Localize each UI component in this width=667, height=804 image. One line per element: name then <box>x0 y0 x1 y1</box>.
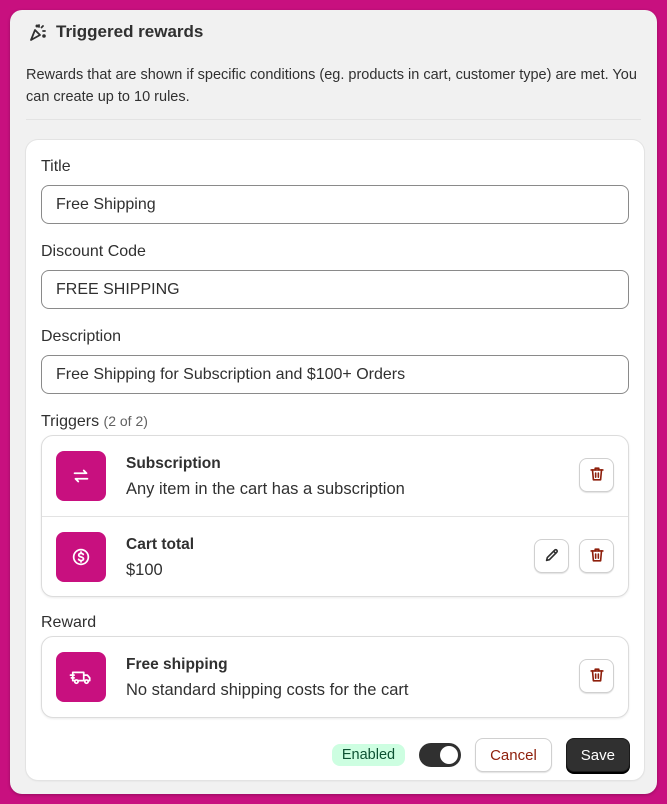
cancel-button[interactable]: Cancel <box>475 738 552 772</box>
toggle-knob <box>440 746 459 764</box>
description-label: Description <box>41 328 122 345</box>
triggered-rewards-panel: Triggered rewards Rewards that are shown… <box>10 10 657 794</box>
reward-title: Free shipping <box>126 656 228 673</box>
reward-label: Reward <box>41 614 97 631</box>
trash-icon <box>588 546 606 567</box>
divider <box>26 119 641 120</box>
pencil-icon <box>543 546 561 567</box>
trigger-subtitle: Any item in the cart has a subscription <box>126 480 405 498</box>
delete-trigger-button[interactable] <box>579 539 614 573</box>
trigger-title: Cart total <box>126 536 195 553</box>
discount-code-input[interactable] <box>41 270 629 309</box>
delete-trigger-button[interactable] <box>579 458 614 492</box>
reward-subtitle: No standard shipping costs for the cart <box>126 681 409 699</box>
triggers-heading: Triggers (2 of 2) <box>41 413 148 431</box>
trash-icon <box>588 666 606 687</box>
card-footer: Enabled Cancel Save <box>331 738 630 772</box>
triggers-count: (2 of 2) <box>103 413 148 429</box>
triggers-label: Triggers <box>41 413 100 430</box>
repeat-icon <box>56 451 106 501</box>
trigger-item-cart-total: Cart total $100 <box>42 516 628 596</box>
dollar-circle-icon <box>56 532 106 582</box>
reward-item-free-shipping: Free shipping No standard shipping costs… <box>42 637 628 717</box>
delivery-truck-icon <box>56 652 106 702</box>
delete-reward-button[interactable] <box>579 659 614 693</box>
panel-title: Triggered rewards <box>56 22 204 41</box>
triggers-list: Subscription Any item in the cart has a … <box>41 435 629 597</box>
trigger-title: Subscription <box>126 455 221 472</box>
edit-trigger-button[interactable] <box>534 539 569 573</box>
save-button[interactable]: Save <box>565 738 630 772</box>
confetti-icon <box>28 22 48 42</box>
trash-icon <box>588 465 606 486</box>
status-badge: Enabled <box>331 744 406 766</box>
trigger-subtitle: $100 <box>126 561 163 579</box>
enabled-toggle[interactable] <box>419 743 462 767</box>
description-input[interactable] <box>41 355 629 394</box>
title-label: Title <box>41 158 71 175</box>
panel-header: Triggered rewards <box>28 22 203 42</box>
intro-text: Rewards that are shown if specific condi… <box>26 67 637 105</box>
reward-list: Free shipping No standard shipping costs… <box>41 636 629 718</box>
discount-code-label: Discount Code <box>41 243 146 260</box>
trigger-item-subscription: Subscription Any item in the cart has a … <box>42 436 628 516</box>
title-input[interactable] <box>41 185 629 224</box>
rule-card: Title Discount Code Description Triggers… <box>26 140 644 780</box>
